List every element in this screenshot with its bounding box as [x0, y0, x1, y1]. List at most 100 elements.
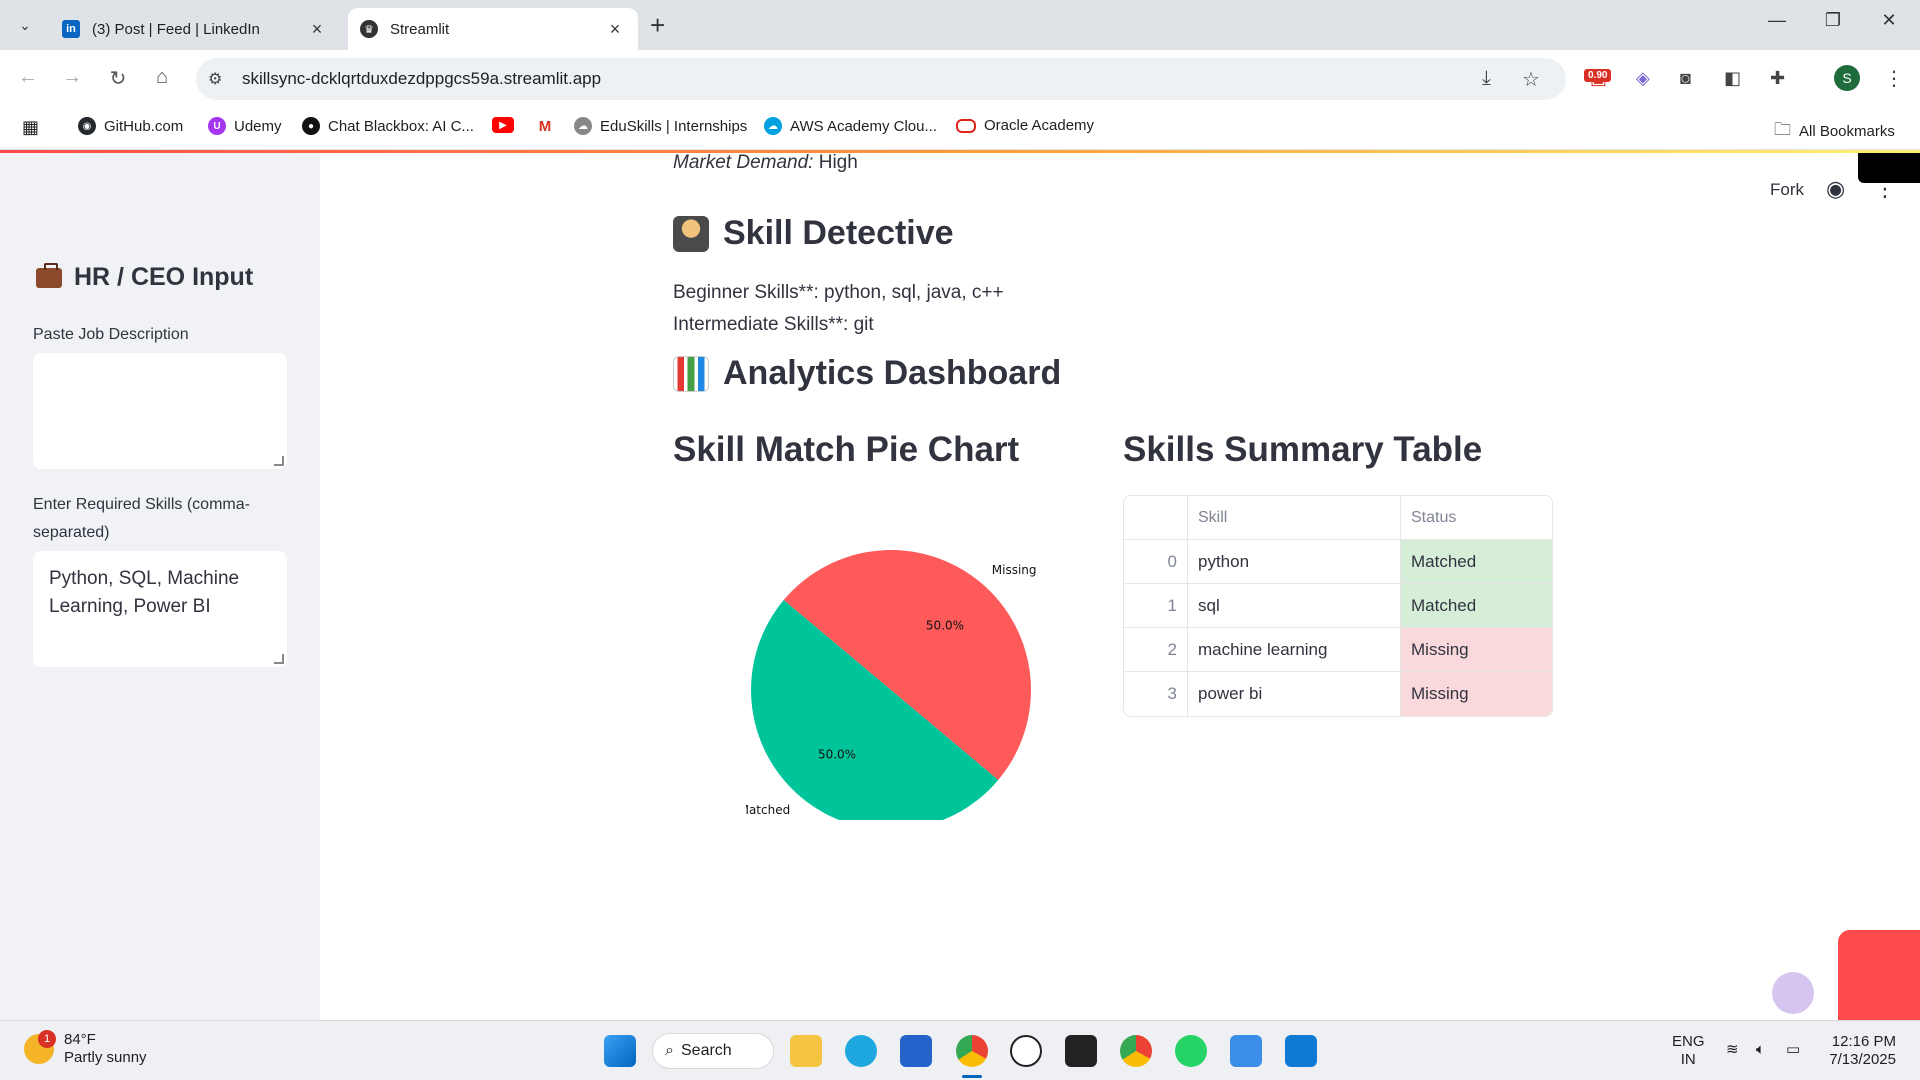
windows-taskbar: 1 84°F Partly sunny ⌕ Search ENG IN ≋ 🔈︎… — [0, 1020, 1920, 1080]
notepad-icon[interactable] — [1230, 1035, 1262, 1067]
browser-toolbar: ← → ↻ ⌂ ⚙ skillsync-dcklqrtduxdezdppgcs5… — [0, 50, 1920, 108]
bookmark-github[interactable]: ◉ GitHub.com — [78, 117, 183, 135]
puzzle-icon[interactable]: ✚ — [1770, 68, 1785, 89]
terminal-app-icon[interactable] — [1065, 1035, 1097, 1067]
required-skills-label: Enter Required Skills (comma-separated) — [33, 496, 250, 541]
clock[interactable]: 12:16 PM 7/13/2025 — [1826, 1033, 1896, 1069]
bookmark-label: Chat Blackbox: AI C... — [328, 117, 474, 135]
sidebar-title: HR / CEO Input — [36, 262, 254, 292]
briefcase-icon — [36, 262, 62, 288]
bookmark-label: AWS Academy Clou... — [790, 117, 937, 135]
market-demand-label: Market Demand: — [673, 152, 814, 173]
clock-time: 12:16 PM — [1831, 1033, 1896, 1050]
skill-cell[interactable]: python — [1188, 540, 1401, 583]
bookmark-blackbox[interactable]: ● Chat Blackbox: AI C... — [302, 117, 474, 135]
language-indicator[interactable]: ENG IN — [1672, 1033, 1705, 1069]
column-header-status[interactable]: Status — [1401, 496, 1552, 539]
region-code: IN — [1680, 1051, 1696, 1068]
sidebar-title-text: HR / CEO Input — [74, 263, 254, 291]
column-header-skill[interactable]: Skill — [1188, 496, 1401, 539]
taskbar-search[interactable]: ⌕ Search — [652, 1033, 774, 1069]
windows-start-icon[interactable] — [604, 1035, 636, 1067]
store-icon[interactable] — [900, 1035, 932, 1067]
bookmark-udemy[interactable]: U Udemy — [208, 117, 282, 135]
skill-detective-heading: Skill Detective — [673, 214, 954, 253]
bookmark-oracle-academy[interactable]: Oracle Academy — [956, 117, 1094, 134]
bookmark-youtube[interactable]: ▶ — [492, 117, 522, 133]
tab-search-button[interactable]: ⌄ — [12, 12, 38, 38]
skills-summary-table: Skill Status 0 python Matched 1 sql Matc… — [1123, 495, 1553, 717]
skill-detective-title: Skill Detective — [723, 214, 954, 252]
all-bookmarks-button[interactable]: 🗀 All Bookmarks — [1774, 117, 1895, 146]
bookmark-gmail[interactable]: M — [536, 117, 562, 135]
back-button[interactable]: ← — [14, 66, 42, 89]
status-cell[interactable]: Matched — [1401, 540, 1552, 583]
job-description-textarea[interactable] — [33, 353, 287, 469]
close-icon[interactable]: × — [306, 19, 328, 40]
folder-icon: 🗀 — [1774, 120, 1791, 139]
chrome-icon[interactable] — [956, 1035, 988, 1067]
assistant-widget-icon[interactable] — [1772, 972, 1814, 1014]
reload-button[interactable]: ↻ — [104, 66, 132, 91]
edge-icon[interactable] — [845, 1035, 877, 1067]
pie-percent-label: 50.0% — [818, 747, 856, 761]
tab-title: Streamlit — [390, 20, 450, 38]
window-close-button[interactable]: ✕ — [1864, 10, 1914, 31]
new-tab-button[interactable]: + — [650, 10, 665, 41]
github-icon[interactable]: ◉ — [1826, 176, 1845, 202]
job-description-label: Paste Job Description — [33, 326, 189, 343]
restore-button[interactable]: ❐ — [1808, 10, 1858, 31]
summary-table-title: Skills Summary Table — [1123, 430, 1483, 469]
youtube-icon: ▶ — [492, 117, 514, 133]
row-index: 0 — [1124, 540, 1188, 583]
active-app-indicator — [962, 1075, 982, 1078]
extension-icon[interactable]: ◈ — [1636, 68, 1650, 89]
address-bar[interactable]: ⚙ skillsync-dcklqrtduxdezdppgcs59a.strea… — [196, 58, 1566, 100]
minimize-button[interactable]: — — [1752, 10, 1802, 31]
volume-icon[interactable]: 🔈︎ — [1756, 1041, 1765, 1059]
profile-avatar[interactable]: S — [1834, 65, 1860, 91]
home-button[interactable]: ⌂ — [148, 66, 176, 89]
weather-widget[interactable]: 1 84°F Partly sunny — [24, 1030, 147, 1067]
camera-icon[interactable]: ◙ — [1680, 68, 1691, 89]
chatgpt-icon[interactable] — [1010, 1035, 1042, 1067]
taskbar-search-label: Search — [681, 1042, 732, 1059]
tab-linkedin[interactable]: in (3) Post | Feed | LinkedIn × — [50, 8, 340, 50]
browser-menu-icon[interactable]: ⋮ — [1884, 66, 1904, 91]
bookmark-eduskills[interactable]: ☁ EduSkills | Internships — [574, 117, 747, 135]
streamlit-badge-button[interactable] — [1838, 930, 1920, 1020]
status-cell[interactable]: Missing — [1401, 628, 1552, 671]
bookmark-star-icon[interactable]: ☆ — [1522, 67, 1540, 92]
install-app-icon[interactable]: ⤓ — [1482, 67, 1491, 90]
skill-cell[interactable]: machine learning — [1188, 628, 1401, 671]
bookmark-aws-academy[interactable]: ☁ AWS Academy Clou... — [764, 117, 937, 135]
resize-handle[interactable] — [274, 456, 284, 466]
bookmark-label: Udemy — [234, 117, 282, 135]
extension-icon[interactable]: ◧ — [1724, 68, 1741, 89]
resize-handle[interactable] — [274, 654, 284, 664]
status-cell[interactable]: Missing — [1401, 672, 1552, 716]
chrome-profile-icon[interactable] — [1120, 1035, 1152, 1067]
table-row: 1 sql Matched — [1124, 584, 1552, 628]
apps-icon[interactable]: ▦ — [22, 117, 39, 138]
skill-cell[interactable]: power bi — [1188, 672, 1401, 716]
bookmark-label: EduSkills | Internships — [600, 117, 748, 135]
forward-button[interactable]: → — [58, 66, 86, 89]
whatsapp-icon[interactable] — [1175, 1035, 1207, 1067]
close-icon[interactable]: × — [604, 19, 626, 40]
eduskills-icon: ☁ — [574, 117, 592, 135]
required-skills-textarea[interactable]: Python, SQL, Machine Learning, Power BI — [33, 551, 287, 667]
fork-button[interactable]: Fork — [1770, 180, 1804, 200]
wifi-icon[interactable]: ≋ — [1726, 1041, 1739, 1059]
chat-widget-corner[interactable] — [1858, 153, 1920, 183]
skill-cell[interactable]: sql — [1188, 584, 1401, 627]
browser-tab-strip: ⌄ in (3) Post | Feed | LinkedIn × ♛ Stre… — [0, 0, 1920, 50]
pie-category-label: Matched — [746, 803, 790, 817]
tab-streamlit[interactable]: ♛ Streamlit × — [348, 8, 638, 50]
status-cell[interactable]: Matched — [1401, 584, 1552, 627]
column-header-index[interactable] — [1124, 496, 1188, 539]
vscode-icon[interactable] — [1285, 1035, 1317, 1067]
site-info-icon[interactable]: ⚙ — [208, 69, 222, 89]
battery-icon[interactable]: ▭ — [1786, 1041, 1800, 1059]
file-explorer-icon[interactable] — [790, 1035, 822, 1067]
